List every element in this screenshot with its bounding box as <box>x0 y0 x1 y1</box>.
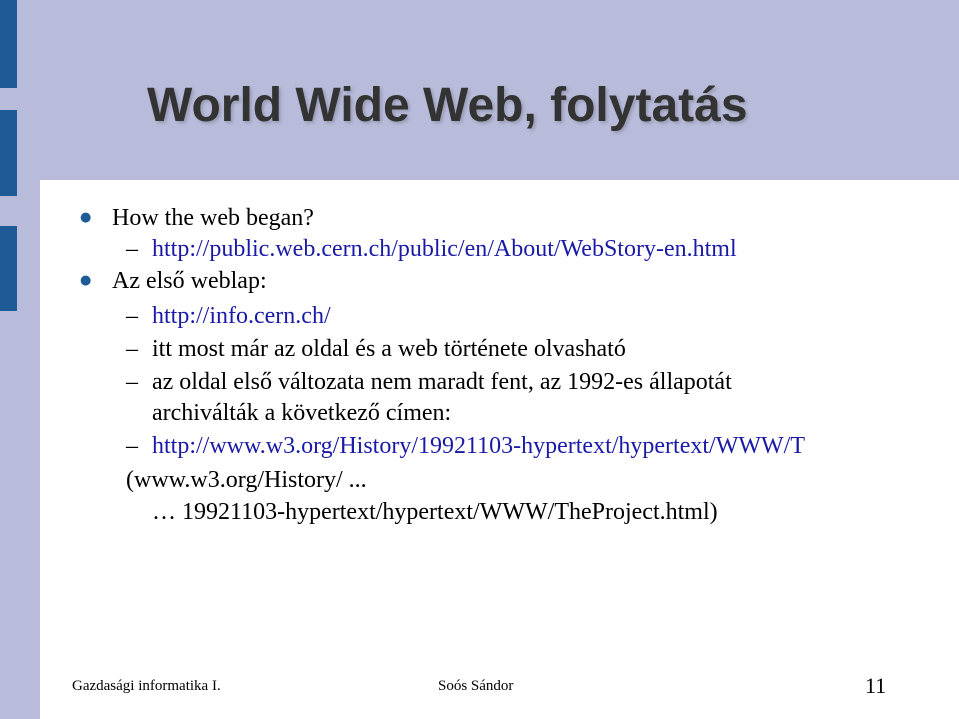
sub-item-text: itt most már az oldal és a web története… <box>152 336 626 362</box>
content-area: ● How the web began? – http://public.web… <box>40 180 959 719</box>
link-webstory[interactable]: http://public.web.cern.ch/public/en/Abou… <box>152 235 737 263</box>
bullet-icon: ● <box>80 210 92 225</box>
dash-icon: – <box>126 336 138 362</box>
link-w3-history[interactable]: http://www.w3.org/History/19921103-hyper… <box>152 432 805 460</box>
dash-icon: – <box>126 303 138 329</box>
footer-author: Soós Sándor <box>438 678 514 694</box>
sub-item-text: az oldal első változata nem maradt fent,… <box>152 369 732 395</box>
slide-title: World Wide Web, folytatás <box>147 79 748 132</box>
dash-icon: – <box>126 369 138 395</box>
bullet-text: Az első weblap: <box>112 268 267 294</box>
accent-bar <box>0 110 17 196</box>
link-info-cern[interactable]: http://info.cern.ch/ <box>152 302 331 330</box>
bullet-icon: ● <box>80 273 92 288</box>
slide: World Wide Web, folytatás ● How the web … <box>0 0 959 719</box>
bullet-text: How the web began? <box>112 205 314 231</box>
footer-course: Gazdasági informatika I. <box>72 678 221 694</box>
sub-item-text: archiválták a következő címen: <box>152 400 452 426</box>
dash-icon: – <box>126 236 138 262</box>
continuation-text: … 19921103-hypertext/hypertext/WWW/ThePr… <box>152 499 718 525</box>
continuation-text: (www.w3.org/History/ ... <box>126 467 367 493</box>
page-number: 11 <box>865 673 887 698</box>
dash-icon: – <box>126 433 138 459</box>
accent-bar <box>0 0 17 88</box>
accent-bar <box>0 226 17 311</box>
